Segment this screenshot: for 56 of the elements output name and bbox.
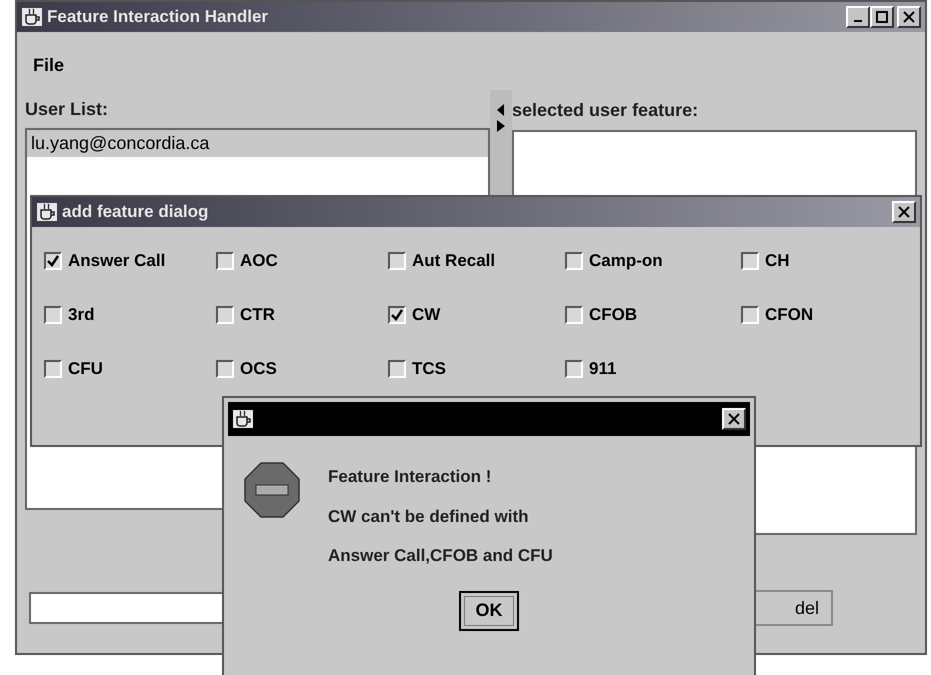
maximize-icon <box>876 11 888 23</box>
message-text: CW can't be defined with <box>328 506 530 528</box>
checkbox[interactable] <box>741 252 759 270</box>
feature-checkbox[interactable]: CFON <box>741 301 901 329</box>
checkbox[interactable] <box>44 306 62 324</box>
close-icon <box>903 11 915 23</box>
minimize-button[interactable] <box>846 6 870 28</box>
close-icon <box>728 413 740 425</box>
feature-checkbox[interactable]: Aut Recall <box>388 247 565 275</box>
close-button[interactable] <box>897 6 921 28</box>
window-title: Feature Interaction Handler <box>47 6 268 28</box>
coffee-cup-icon <box>36 202 58 222</box>
right-arrow-icon[interactable] <box>497 120 505 132</box>
feature-checkbox[interactable]: TCS <box>388 355 565 383</box>
feature-checkbox[interactable]: AOC <box>216 247 388 275</box>
checkbox[interactable] <box>216 360 234 378</box>
feature-checkbox[interactable]: CFU <box>44 355 216 383</box>
panel-label: selected user feature: <box>512 98 700 122</box>
feature-checkbox[interactable]: 3rd <box>44 301 216 329</box>
coffee-cup-icon <box>232 409 254 429</box>
maximize-button[interactable] <box>870 6 894 28</box>
checkbox[interactable] <box>388 252 406 270</box>
checkbox[interactable] <box>44 252 62 270</box>
check-icon <box>391 309 403 321</box>
checkbox[interactable] <box>388 360 406 378</box>
checkbox[interactable] <box>216 252 234 270</box>
dialog-title: add feature dialog <box>62 201 208 224</box>
stop-sign-icon <box>244 462 300 518</box>
coffee-cup-icon <box>21 7 43 27</box>
feature-checkbox[interactable]: Camp-on <box>565 247 741 275</box>
ok-button[interactable]: OK <box>459 590 519 630</box>
feature-checkbox[interactable]: Answer Call <box>44 247 216 275</box>
feature-checkbox[interactable]: CW <box>388 301 565 329</box>
feature-checkbox[interactable]: OCS <box>216 355 388 383</box>
checkbox[interactable] <box>44 360 62 378</box>
panel-label: User List: <box>25 98 110 120</box>
checkbox[interactable] <box>741 306 759 324</box>
left-arrow-icon[interactable] <box>497 104 505 116</box>
close-button[interactable] <box>892 201 916 223</box>
check-icon <box>47 255 59 267</box>
message-text: Feature Interaction ! <box>328 466 492 488</box>
close-icon <box>898 206 910 218</box>
message-text: Answer Call,CFOB and CFU <box>328 545 553 567</box>
list-item[interactable]: lu.yang@concordia.ca <box>27 130 488 157</box>
close-button[interactable] <box>722 408 746 430</box>
feature-checkbox[interactable]: CH <box>741 247 901 275</box>
feature-checkbox[interactable]: CFOB <box>565 301 741 329</box>
feature-checkbox[interactable]: 911 <box>565 355 741 383</box>
checkbox[interactable] <box>565 252 583 270</box>
checkbox[interactable] <box>216 306 234 324</box>
minimize-icon <box>854 20 862 22</box>
checkbox[interactable] <box>565 360 583 378</box>
checkbox[interactable] <box>388 306 406 324</box>
feature-checkbox[interactable]: CTR <box>216 301 388 329</box>
menu-item[interactable]: File <box>33 52 64 78</box>
checkbox[interactable] <box>565 306 583 324</box>
